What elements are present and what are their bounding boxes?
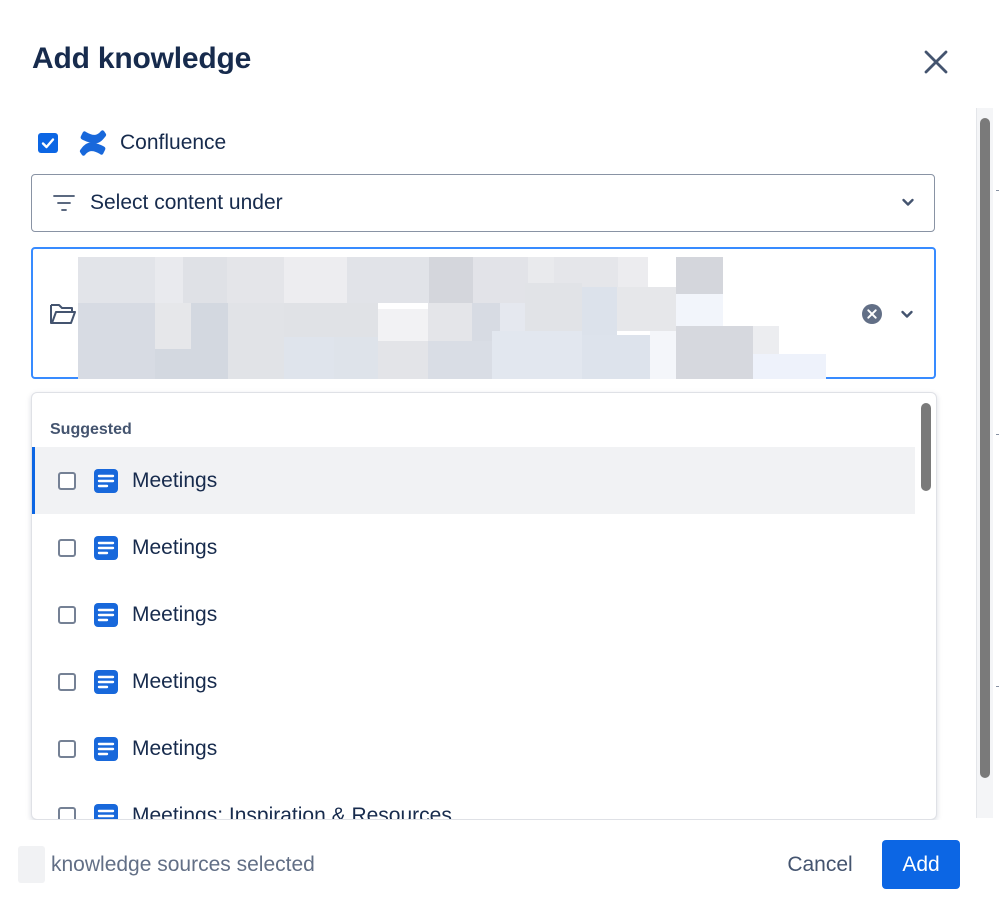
item-label: Meetings <box>132 669 218 693</box>
folder-open-icon <box>50 304 76 324</box>
page-icon <box>94 803 118 819</box>
item-checkbox[interactable] <box>58 739 76 758</box>
cancel-button[interactable]: Cancel <box>772 840 868 889</box>
close-button[interactable] <box>918 44 954 80</box>
item-label: Meetings <box>132 535 218 559</box>
content-filter-label: Select content under <box>90 191 283 214</box>
item-checkbox[interactable] <box>58 806 76 819</box>
page-icon <box>94 535 118 560</box>
list-item[interactable]: Meetings <box>32 648 915 715</box>
dialog-title: Add knowledge <box>32 42 252 75</box>
content-filter-select[interactable]: Select content under <box>31 174 935 232</box>
page-icon <box>94 602 118 627</box>
selected-content-multiselect[interactable] <box>31 247 936 379</box>
confluence-checkbox[interactable] <box>38 133 58 153</box>
filter-icon <box>53 195 75 211</box>
selected-count-redacted <box>18 846 45 883</box>
item-checkbox[interactable] <box>58 471 76 490</box>
suggested-group-label: Suggested <box>50 421 132 438</box>
chevron-down-icon <box>902 198 914 206</box>
list-item[interactable]: Meetings <box>32 514 915 581</box>
page-icon <box>94 736 118 761</box>
page-icon <box>94 468 118 493</box>
suggestions-listbox: Suggested Meetings Meetings Meetings Mee… <box>31 392 937 820</box>
item-label: Meetings <box>132 736 218 760</box>
clear-icon[interactable] <box>861 303 883 325</box>
source-confluence-row: Confluence <box>38 126 226 160</box>
list-item[interactable]: Meetings <box>32 715 915 782</box>
list-item[interactable]: Meetings <box>32 447 915 514</box>
page-icon <box>94 669 118 694</box>
item-checkbox[interactable] <box>58 672 76 691</box>
dialog-footer: knowledge sources selected Cancel Add <box>0 820 999 919</box>
add-knowledge-dialog: Add knowledge Confluence Select content … <box>0 0 999 919</box>
item-label: Meetings <box>132 602 218 626</box>
source-label: Confluence <box>120 131 227 154</box>
selected-sources-text: knowledge sources selected <box>51 853 315 876</box>
chevron-down-icon[interactable] <box>899 306 915 322</box>
close-icon <box>924 50 948 74</box>
list-scrollbar-thumb[interactable] <box>921 403 931 491</box>
list-item[interactable]: Meetings: Inspiration & Resources <box>32 782 915 820</box>
add-button[interactable]: Add <box>882 840 960 889</box>
item-label: Meetings: Inspiration & Resources <box>132 803 452 820</box>
list-item[interactable]: Meetings <box>32 581 915 648</box>
checkmark-icon <box>41 138 55 149</box>
item-label: Meetings <box>132 468 218 492</box>
item-checkbox[interactable] <box>58 605 76 624</box>
dialog-scrollbar-thumb[interactable] <box>980 118 990 778</box>
item-checkbox[interactable] <box>58 538 76 557</box>
confluence-logo-icon <box>79 130 107 156</box>
